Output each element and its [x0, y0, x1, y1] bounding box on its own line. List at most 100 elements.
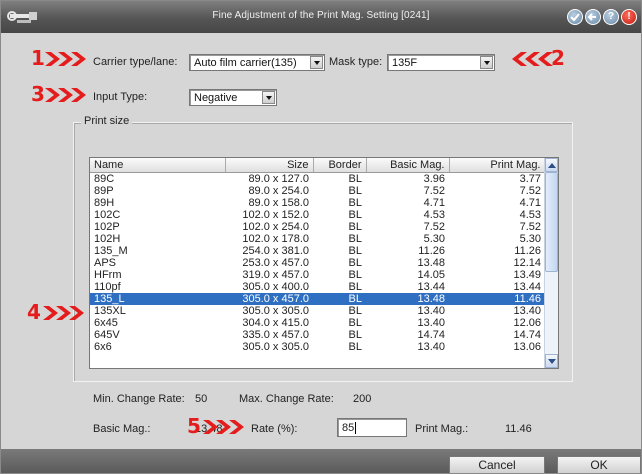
- triple-chevron-right-icon: [43, 306, 84, 320]
- table-row[interactable]: 6x6 305.0 x 305.0 BL 13.40 13.06: [90, 341, 545, 353]
- cell-name: 135_L: [90, 292, 225, 305]
- print-mag-label: Print Mag.:: [415, 423, 469, 435]
- cell-name: 6x6: [94, 340, 112, 353]
- cell-size: 89.0 x 127.0: [248, 172, 309, 185]
- cell-border: BL: [348, 184, 362, 197]
- cell-basic-mag: 13.40: [417, 304, 445, 317]
- max-change-rate-value: 200: [353, 393, 372, 405]
- cell-name: 135_M: [94, 244, 128, 257]
- cell-border: BL: [313, 292, 366, 305]
- cell-basic-mag: 7.52: [423, 184, 445, 197]
- cell-size: 335.0 x 457.0: [242, 328, 309, 341]
- table-header-row: Name Size Border Basic Mag. Print Mag.: [90, 158, 546, 173]
- table-row[interactable]: 102P 102.0 x 254.0 BL 7.52 7.52: [90, 221, 545, 233]
- triple-chevron-right-icon: [45, 52, 86, 66]
- cell-size: 102.0 x 254.0: [242, 220, 309, 233]
- column-header-basic-mag[interactable]: Basic Mag.: [366, 158, 450, 173]
- cell-border: BL: [348, 244, 362, 257]
- cell-size: 319.0 x 457.0: [242, 268, 309, 281]
- cell-print-mag: 4.53: [519, 208, 541, 221]
- cell-basic-mag: 13.44: [417, 280, 445, 293]
- carrier-type-value: Auto film carrier(135): [194, 57, 297, 69]
- print-size-table[interactable]: Name Size Border Basic Mag. Print Mag. 8…: [89, 157, 559, 369]
- title-bar: Fine Adjustment of the Print Mag. Settin…: [1, 1, 641, 33]
- table-scrollbar[interactable]: [544, 158, 558, 368]
- chevron-down-icon: [310, 56, 323, 69]
- triple-chevron-left-icon: [512, 52, 553, 66]
- cell-basic-mag: 3.96: [423, 172, 445, 185]
- marker-5: 5: [187, 414, 249, 439]
- mask-type-select[interactable]: 135F: [387, 54, 495, 71]
- back-icon: [587, 13, 596, 21]
- cell-print-mag: 13.44: [513, 280, 541, 293]
- marker-number: 1: [31, 46, 45, 70]
- input-type-select[interactable]: Negative: [189, 89, 277, 106]
- cell-name: 102H: [94, 232, 121, 245]
- input-type-value: Negative: [194, 92, 238, 104]
- cell-size: 305.0 x 305.0: [242, 304, 309, 317]
- cell-border: BL: [348, 280, 362, 293]
- table-row[interactable]: 135XL 305.0 x 305.0 BL 13.40 13.40: [90, 305, 545, 317]
- cell-basic-mag: 5.30: [423, 232, 445, 245]
- rate-value-text: 85: [342, 422, 355, 434]
- cell-border: BL: [348, 340, 362, 353]
- cell-name: 645V: [94, 328, 120, 341]
- alert-title-button[interactable]: !: [621, 9, 637, 25]
- cell-size: 102.0 x 178.0: [242, 232, 309, 245]
- cell-border: BL: [348, 268, 362, 281]
- column-header-border[interactable]: Border: [313, 158, 367, 173]
- table-row[interactable]: 102H 102.0 x 178.0 BL 5.30 5.30: [90, 233, 545, 245]
- cell-print-mag: 7.52: [519, 184, 541, 197]
- ok-button[interactable]: OK: [557, 456, 641, 473]
- scroll-up-icon[interactable]: [545, 158, 558, 172]
- cell-border: BL: [348, 220, 362, 233]
- table-row[interactable]: 135_M 254.0 x 381.0 BL 11.26 11.26: [90, 245, 545, 257]
- cell-name: 135XL: [94, 304, 126, 317]
- marker-number: 3: [31, 82, 45, 106]
- help-title-button[interactable]: ?: [603, 9, 619, 25]
- carrier-type-select[interactable]: Auto film carrier(135): [189, 54, 325, 71]
- cell-name: 89H: [94, 196, 115, 209]
- marker-number: 5: [187, 414, 201, 438]
- cell-border: BL: [348, 232, 362, 245]
- rate-input[interactable]: 85: [337, 418, 407, 437]
- check-icon: [570, 13, 580, 22]
- column-header-name[interactable]: Name: [90, 158, 226, 173]
- scroll-down-icon[interactable]: [545, 354, 558, 368]
- back-title-button[interactable]: [585, 9, 601, 25]
- mask-type-label: Mask type:: [329, 56, 383, 68]
- cell-border: BL: [348, 208, 362, 221]
- carrier-type-label: Carrier type/lane:: [93, 56, 178, 68]
- cell-basic-mag: 14.74: [417, 328, 445, 341]
- table-row[interactable]: 89C 89.0 x 127.0 BL 3.96 3.77: [90, 172, 545, 185]
- chevron-down-icon: [262, 91, 275, 104]
- confirm-title-button[interactable]: [567, 9, 583, 25]
- window-title: Fine Adjustment of the Print Mag. Settin…: [212, 10, 430, 21]
- cell-size: 253.0 x 457.0: [242, 256, 309, 269]
- table-row[interactable]: APS 253.0 x 457.0 BL 13.48 12.14: [90, 257, 545, 269]
- marker-3: 3: [31, 82, 89, 107]
- scroll-thumb[interactable]: [545, 172, 558, 272]
- table-row[interactable]: 110pf 305.0 x 400.0 BL 13.44 13.44: [90, 281, 545, 293]
- table-row[interactable]: 89P 89.0 x 254.0 BL 7.52 7.52: [90, 185, 545, 197]
- cell-name: 110pf: [94, 280, 121, 293]
- cell-name: 89P: [94, 184, 114, 197]
- marker-4: 4: [27, 300, 89, 325]
- cell-size: 89.0 x 158.0: [248, 196, 309, 209]
- cell-size: 304.0 x 415.0: [242, 316, 309, 329]
- cell-size: 102.0 x 152.0: [242, 208, 309, 221]
- table-row[interactable]: 102C 102.0 x 152.0 BL 4.53 4.53: [90, 209, 545, 221]
- column-header-print-mag[interactable]: Print Mag.: [449, 158, 546, 173]
- cell-border: BL: [348, 328, 362, 341]
- table-row[interactable]: 135_L 305.0 x 457.0 BL 13.48 11.46: [90, 292, 545, 305]
- help-icon: ?: [607, 11, 615, 22]
- table-row[interactable]: HFrm 319.0 x 457.0 BL 14.05 13.49: [90, 269, 545, 281]
- alert-icon: !: [627, 11, 631, 22]
- table-row[interactable]: 89H 89.0 x 158.0 BL 4.71 4.71: [90, 197, 545, 209]
- table-row[interactable]: 645V 335.0 x 457.0 BL 14.74 14.74: [90, 329, 545, 341]
- print-size-title: Print size: [81, 115, 133, 127]
- cancel-button[interactable]: Cancel: [449, 456, 545, 473]
- table-row[interactable]: 6x45 304.0 x 415.0 BL 13.40 12.06: [90, 317, 545, 329]
- cell-name: HFrm: [94, 268, 122, 281]
- column-header-size[interactable]: Size: [225, 158, 314, 173]
